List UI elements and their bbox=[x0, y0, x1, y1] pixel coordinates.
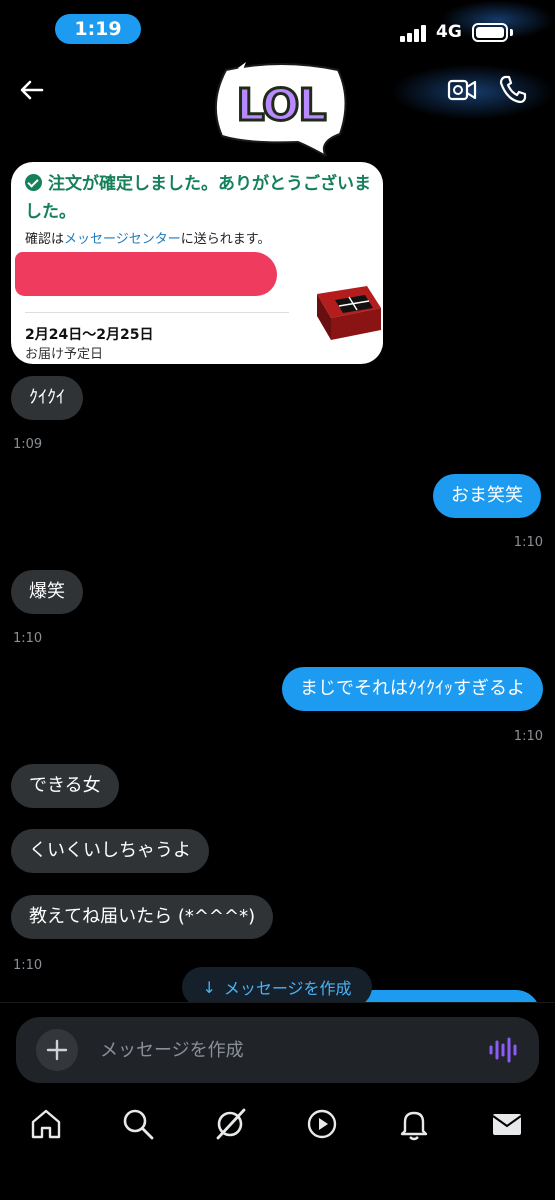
message-bubble-received[interactable]: 教えてね届いたら (*^^^*) bbox=[11, 895, 274, 939]
phone-call-icon[interactable] bbox=[498, 74, 528, 104]
card-divider bbox=[25, 312, 289, 313]
message-center-link[interactable]: メッセージセンター bbox=[64, 232, 181, 247]
message-bubble-received[interactable]: ｸｲｸｲ bbox=[11, 376, 83, 420]
compose-message-pill[interactable]: ↓ メッセージを作成 bbox=[182, 967, 372, 1007]
message-input[interactable] bbox=[100, 1035, 480, 1065]
order-subtitle-suffix: に送られます。 bbox=[180, 232, 271, 247]
message-input-box bbox=[16, 1017, 539, 1083]
order-subtitle: 確認はメッセージセンターに送られます。 bbox=[25, 228, 270, 247]
message-timestamp: 1:10 bbox=[13, 631, 43, 646]
plus-icon[interactable] bbox=[36, 1029, 78, 1071]
notifications-bell-icon[interactable] bbox=[397, 1107, 431, 1141]
video-call-icon[interactable] bbox=[446, 76, 478, 104]
grok-icon[interactable] bbox=[213, 1107, 247, 1141]
order-subtitle-prefix: 確認は bbox=[25, 232, 65, 247]
product-image bbox=[313, 278, 383, 348]
delivery-label: お届け予定日 bbox=[25, 347, 104, 362]
network-label: 4G bbox=[436, 22, 462, 42]
delivery-dates: 2月24日〜2月25日 bbox=[25, 327, 154, 343]
conversation-header: LOL bbox=[0, 58, 555, 158]
message-timestamp: 1:10 bbox=[513, 729, 543, 744]
message-bubble-received[interactable]: 爆笑 bbox=[11, 570, 83, 614]
message-bubble-received[interactable]: できる女 bbox=[11, 764, 119, 808]
lol-sticker-text: LOL bbox=[235, 79, 328, 133]
messages-mail-icon[interactable] bbox=[490, 1107, 524, 1141]
voice-waveform-icon[interactable] bbox=[488, 1037, 520, 1063]
status-time: 1:19 bbox=[55, 14, 141, 44]
message-bubble-sent[interactable]: おま笑笑 bbox=[433, 474, 541, 518]
order-confirmation-card[interactable]: 注文が確定しました。ありがとうございました。 確認はメッセージセンターに送られま… bbox=[11, 162, 383, 364]
battery-tip bbox=[510, 29, 513, 36]
message-bubble-received[interactable]: くいくいしちゃうよ bbox=[11, 829, 209, 873]
message-composer bbox=[0, 1002, 555, 1200]
battery-icon bbox=[472, 23, 508, 42]
redacted-product-name bbox=[15, 252, 277, 296]
video-play-icon[interactable] bbox=[305, 1107, 339, 1141]
order-title: 注文が確定しました。ありがとうございました。 bbox=[25, 170, 375, 226]
arrow-down-icon: ↓ bbox=[202, 977, 216, 997]
message-bubble-sent[interactable]: まじでそれはｸｲｸｲｯすぎるよ bbox=[282, 667, 543, 711]
message-timestamp: 1:10 bbox=[13, 958, 43, 973]
home-icon[interactable] bbox=[29, 1107, 63, 1141]
search-icon[interactable] bbox=[121, 1107, 155, 1141]
status-bar: 1:19 4G bbox=[0, 0, 555, 58]
signal-icon bbox=[400, 24, 430, 42]
back-arrow-icon[interactable] bbox=[16, 74, 48, 106]
check-circle-icon bbox=[25, 174, 42, 191]
message-timestamp: 1:10 bbox=[513, 535, 543, 550]
compose-pill-label: メッセージを作成 bbox=[223, 979, 352, 998]
message-timestamp: 1:09 bbox=[13, 437, 43, 452]
order-title-text: 注文が確定しました。ありがとうございました。 bbox=[25, 174, 371, 222]
